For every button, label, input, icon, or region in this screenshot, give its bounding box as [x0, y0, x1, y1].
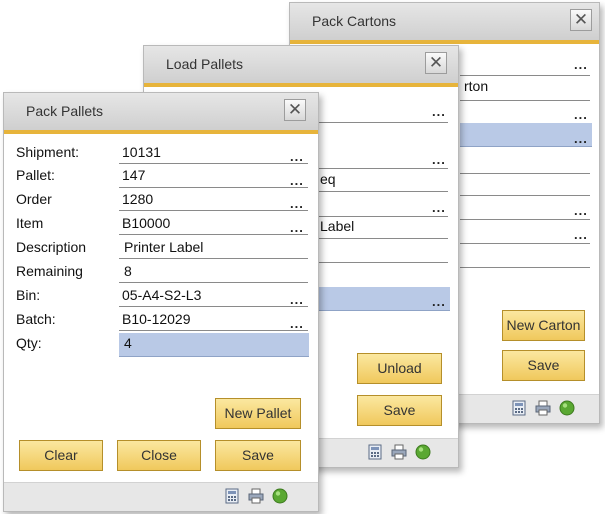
- field-underline: [314, 168, 448, 169]
- shipment-label: Shipment:: [16, 144, 80, 160]
- remaining-label: Remaining: [16, 263, 83, 279]
- field-underline: [314, 122, 448, 123]
- lookup-button[interactable]: ...: [574, 57, 588, 72]
- order-label: Order: [16, 191, 52, 207]
- close-icon: ✕: [573, 10, 589, 29]
- field-underline: [119, 234, 308, 235]
- field-value[interactable]: Label: [320, 218, 354, 234]
- item-lookup-button[interactable]: ...: [290, 220, 304, 235]
- pack-pallets-close-button[interactable]: ✕: [284, 99, 306, 121]
- field-underline: [460, 195, 590, 196]
- field-underline: [460, 267, 590, 268]
- field-underline: [314, 262, 448, 263]
- printer-icon[interactable]: [391, 444, 407, 460]
- shipment-lookup-button[interactable]: ...: [290, 149, 304, 164]
- close-icon: ✕: [428, 53, 444, 72]
- calculator-icon[interactable]: [224, 488, 240, 504]
- lookup-button[interactable]: ...: [432, 294, 446, 309]
- clear-button[interactable]: Clear: [19, 440, 103, 471]
- lookup-button[interactable]: ...: [574, 131, 588, 146]
- unload-button[interactable]: Unload: [357, 353, 442, 384]
- field-underline: [460, 243, 590, 244]
- bin-field[interactable]: 05-A4-S2-L3: [122, 287, 201, 303]
- new-carton-button[interactable]: New Carton: [502, 310, 585, 341]
- remaining-field[interactable]: 8: [124, 263, 132, 279]
- save-button[interactable]: Save: [502, 350, 585, 381]
- focused-field[interactable]: [314, 287, 450, 311]
- field-underline: [119, 306, 308, 307]
- field-underline: [314, 238, 448, 239]
- save-button[interactable]: Save: [215, 440, 301, 471]
- field-underline: [119, 258, 308, 259]
- lookup-button[interactable]: ...: [432, 200, 446, 215]
- bin-lookup-button[interactable]: ...: [290, 292, 304, 307]
- field-underline: [119, 330, 308, 331]
- description-field[interactable]: Printer Label: [124, 239, 203, 255]
- load-pallets-close-button[interactable]: ✕: [425, 52, 447, 74]
- order-field[interactable]: 1280: [122, 191, 153, 207]
- pallet-lookup-button[interactable]: ...: [290, 173, 304, 188]
- field-underline: [460, 219, 590, 220]
- printer-icon[interactable]: [248, 488, 264, 504]
- batch-label: Batch:: [16, 311, 56, 327]
- field-value[interactable]: rton: [464, 78, 488, 94]
- status-green-icon: [272, 488, 288, 504]
- pack-cartons-title: Pack Cartons: [312, 13, 397, 29]
- field-underline: [119, 163, 308, 164]
- qty-field[interactable]: 4: [124, 335, 132, 351]
- field-underline: [119, 210, 308, 211]
- status-green-icon: [559, 400, 575, 416]
- pack-pallets-window: Pack Pallets ✕ Shipment: 10131 ... Palle…: [3, 92, 319, 512]
- item-label: Item: [16, 215, 44, 231]
- field-underline: [119, 282, 308, 283]
- field-underline: [119, 187, 308, 188]
- lookup-button[interactable]: ...: [574, 203, 588, 218]
- qty-label: Qty:: [16, 335, 42, 351]
- lookup-button[interactable]: ...: [574, 107, 588, 122]
- order-lookup-button[interactable]: ...: [290, 196, 304, 211]
- focused-field[interactable]: [460, 123, 592, 147]
- calculator-icon[interactable]: [511, 400, 527, 416]
- calculator-icon[interactable]: [367, 444, 383, 460]
- field-value[interactable]: eq: [320, 171, 336, 187]
- item-field[interactable]: B10000: [122, 215, 170, 231]
- batch-field[interactable]: B10-12029: [122, 311, 191, 327]
- close-icon: ✕: [287, 100, 303, 119]
- printer-icon[interactable]: [535, 400, 551, 416]
- load-pallets-title: Load Pallets: [166, 56, 244, 72]
- field-underline: [460, 75, 590, 76]
- field-underline: [314, 191, 448, 192]
- pack-cartons-close-button[interactable]: ✕: [570, 9, 592, 31]
- lookup-button[interactable]: ...: [432, 152, 446, 167]
- pallet-label: Pallet:: [16, 167, 55, 183]
- field-underline: [460, 100, 590, 101]
- lookup-button[interactable]: ...: [432, 104, 446, 119]
- field-underline: [314, 216, 448, 217]
- pallet-field[interactable]: 147: [122, 167, 145, 183]
- new-pallet-button[interactable]: New Pallet: [215, 398, 301, 429]
- close-button[interactable]: Close: [117, 440, 201, 471]
- shipment-field[interactable]: 10131: [122, 144, 161, 160]
- batch-lookup-button[interactable]: ...: [290, 316, 304, 331]
- bin-label: Bin:: [16, 287, 41, 303]
- description-label: Description: [16, 239, 87, 255]
- qty-field-highlight[interactable]: [119, 333, 309, 357]
- status-green-icon: [415, 444, 431, 460]
- status-footer: [4, 482, 318, 511]
- field-underline: [460, 173, 590, 174]
- lookup-button[interactable]: ...: [574, 227, 588, 242]
- save-button[interactable]: Save: [357, 395, 442, 426]
- pack-pallets-title: Pack Pallets: [26, 103, 104, 119]
